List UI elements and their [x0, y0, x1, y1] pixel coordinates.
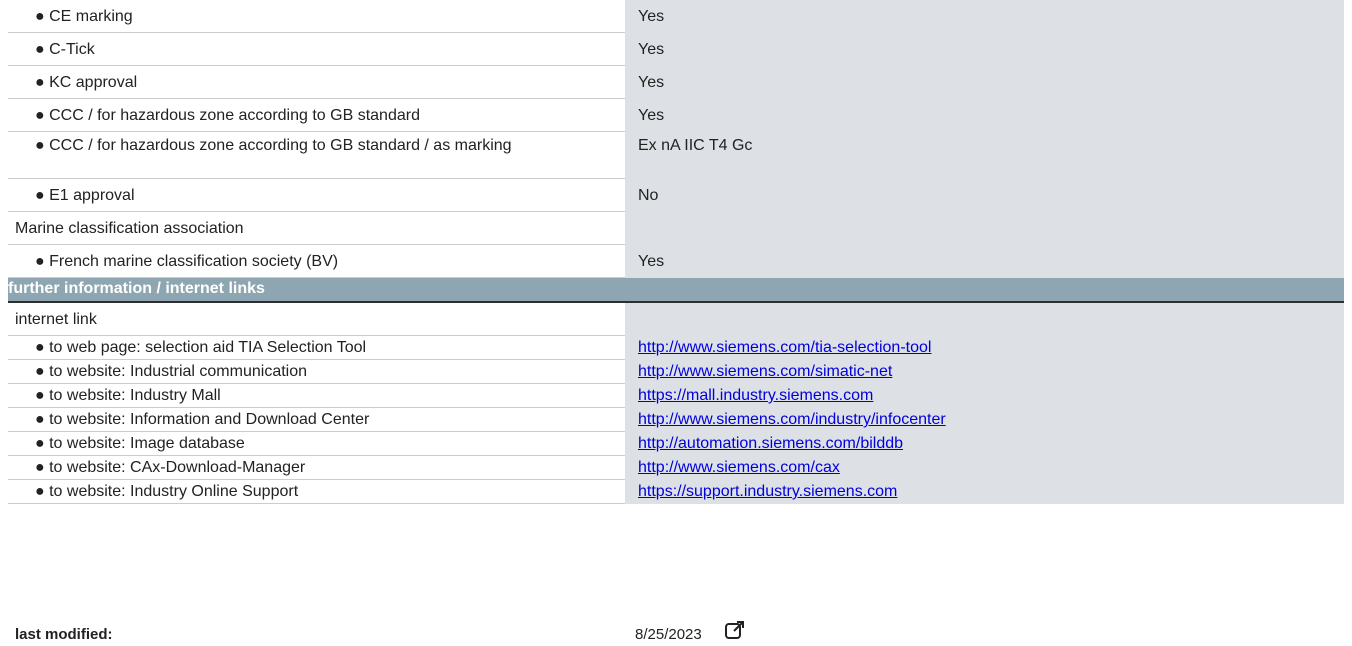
table-row: ● French marine classification society (…: [8, 245, 1344, 278]
online-support-link[interactable]: https://support.industry.siemens.com: [638, 483, 897, 500]
last-modified-label: last modified:: [15, 626, 113, 643]
external-link-icon[interactable]: [723, 618, 747, 642]
row-value: [625, 303, 1344, 336]
table-row: ● C-Tick Yes: [8, 33, 1344, 66]
table-row: ● CCC / for hazardous zone according to …: [8, 132, 1344, 179]
row-value: http://automation.siemens.com/bilddb: [625, 432, 1344, 456]
section-header: further information / internet links: [8, 278, 1344, 303]
row-label: ● CCC / for hazardous zone according to …: [8, 99, 625, 132]
table-row: internet link: [8, 303, 1344, 336]
row-label: ● to website: Image database: [8, 432, 625, 456]
table-row: ● to website: Information and Download C…: [8, 408, 1344, 432]
last-modified-date: 8/25/2023: [635, 626, 702, 643]
row-label: ● CE marking: [8, 0, 625, 33]
row-value: No: [625, 179, 1344, 212]
row-label: ● to web page: selection aid TIA Selecti…: [8, 336, 625, 360]
row-value: http://www.siemens.com/simatic-net: [625, 360, 1344, 384]
table-row: Marine classification association: [8, 212, 1344, 245]
table-row: ● KC approval Yes: [8, 66, 1344, 99]
row-label: ● to website: Industrial communication: [8, 360, 625, 384]
row-value: https://mall.industry.siemens.com: [625, 384, 1344, 408]
row-label: ● to website: Industry Online Support: [8, 480, 625, 504]
infocenter-link[interactable]: http://www.siemens.com/industry/infocent…: [638, 411, 946, 428]
section-title: further information / internet links: [8, 280, 265, 297]
row-label: ● to website: Information and Download C…: [8, 408, 625, 432]
row-label: internet link: [8, 303, 625, 336]
row-label: ● C-Tick: [8, 33, 625, 66]
simatic-net-link[interactable]: http://www.siemens.com/simatic-net: [638, 363, 892, 380]
cax-link[interactable]: http://www.siemens.com/cax: [638, 459, 840, 476]
table-row: ● to website: Industry Online Support ht…: [8, 480, 1344, 504]
footer: last modified: 8/25/2023: [15, 612, 1345, 643]
row-label: ● CCC / for hazardous zone according to …: [8, 132, 625, 179]
row-value: Yes: [625, 245, 1344, 278]
row-value: http://www.siemens.com/industry/infocent…: [625, 408, 1344, 432]
spec-table: ● CE marking Yes ● C-Tick Yes ● KC appro…: [8, 0, 1344, 504]
row-label: Marine classification association: [8, 212, 625, 245]
row-value: Yes: [625, 66, 1344, 99]
row-label: ● to website: CAx-Download-Manager: [8, 456, 625, 480]
table-row: ● to website: CAx-Download-Manager http:…: [8, 456, 1344, 480]
row-value: http://www.siemens.com/cax: [625, 456, 1344, 480]
table-row: ● to website: Industry Mall https://mall…: [8, 384, 1344, 408]
row-value: Yes: [625, 33, 1344, 66]
industry-mall-link[interactable]: https://mall.industry.siemens.com: [638, 387, 873, 404]
table-row: ● to web page: selection aid TIA Selecti…: [8, 336, 1344, 360]
row-value: Ex nA IIC T4 Gc: [625, 132, 1344, 179]
row-label: ● to website: Industry Mall: [8, 384, 625, 408]
row-label: ● KC approval: [8, 66, 625, 99]
row-label: ● E1 approval: [8, 179, 625, 212]
row-value: Yes: [625, 99, 1344, 132]
table-row: ● CCC / for hazardous zone according to …: [8, 99, 1344, 132]
image-database-link[interactable]: http://automation.siemens.com/bilddb: [638, 435, 903, 452]
table-row: ● to website: Industrial communication h…: [8, 360, 1344, 384]
table-row: ● to website: Image database http://auto…: [8, 432, 1344, 456]
row-label: ● French marine classification society (…: [8, 245, 625, 278]
table-row: ● CE marking Yes: [8, 0, 1344, 33]
table-row: ● E1 approval No: [8, 179, 1344, 212]
row-value: Yes: [625, 0, 1344, 33]
row-value: http://www.siemens.com/tia-selection-too…: [625, 336, 1344, 360]
row-value: https://support.industry.siemens.com: [625, 480, 1344, 504]
row-value: [625, 212, 1344, 245]
tia-selection-tool-link[interactable]: http://www.siemens.com/tia-selection-too…: [638, 339, 931, 356]
